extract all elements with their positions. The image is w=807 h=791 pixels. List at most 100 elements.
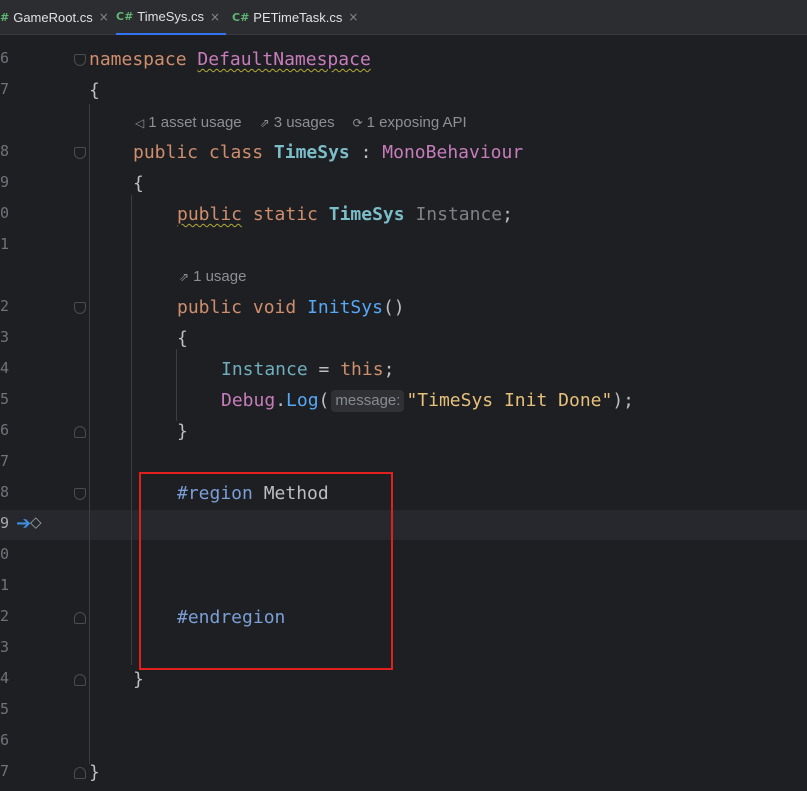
csharp-file-icon: # bbox=[0, 10, 10, 24]
colon: : bbox=[360, 142, 372, 163]
fold-marker-icon[interactable] bbox=[74, 488, 86, 500]
fold-marker-icon[interactable] bbox=[74, 302, 86, 314]
close-icon[interactable]: × bbox=[99, 10, 109, 24]
region-highlight-box bbox=[139, 472, 393, 670]
hint-label: 1 usage bbox=[193, 268, 247, 285]
indent-guide bbox=[89, 104, 90, 764]
keyword: public bbox=[177, 204, 243, 225]
fold-marker-icon[interactable] bbox=[74, 612, 86, 624]
semicolon: ; bbox=[502, 204, 513, 225]
close-icon[interactable]: × bbox=[348, 10, 358, 24]
usage-hint[interactable]: ⇗ 1 usage bbox=[179, 268, 246, 285]
brace: { bbox=[133, 173, 144, 194]
indent-guide bbox=[176, 349, 177, 421]
namespace-name: DefaultNamespace bbox=[197, 49, 371, 70]
usages-hint[interactable]: ⇗ 3 usages bbox=[260, 114, 335, 131]
line-number: 1 bbox=[0, 235, 10, 253]
dot: . bbox=[275, 390, 287, 411]
code-line[interactable]: } bbox=[133, 668, 144, 692]
asset-usage-hint[interactable]: ◁ 1 asset usage bbox=[135, 114, 242, 131]
semicolon: ; bbox=[383, 359, 395, 380]
keyword: public bbox=[177, 297, 243, 318]
code-line[interactable]: Instance = this; bbox=[221, 358, 394, 382]
parameter-hint: message: bbox=[331, 390, 405, 412]
line-number: 3 bbox=[0, 638, 10, 656]
brace: } bbox=[89, 762, 100, 783]
line-number: 2 bbox=[0, 297, 10, 315]
code-line[interactable]: } bbox=[177, 420, 188, 444]
method-name: InitSys bbox=[307, 297, 383, 318]
line-number: 6 bbox=[0, 49, 10, 67]
hint-label: 1 exposing API bbox=[366, 114, 467, 131]
paren: ( bbox=[318, 390, 330, 411]
code-line[interactable]: public void InitSys() bbox=[177, 296, 405, 320]
tab-timesys[interactable]: C# TimeSys.cs × bbox=[116, 0, 226, 35]
brace: { bbox=[89, 80, 100, 101]
line-number: 6 bbox=[0, 421, 10, 439]
tab-label: PETimeTask.cs bbox=[253, 9, 343, 25]
code-line[interactable]: { bbox=[177, 327, 188, 351]
line-number: 3 bbox=[0, 328, 10, 346]
keyword: class bbox=[208, 142, 264, 163]
line-number: 0 bbox=[0, 545, 10, 563]
field-name: Instance bbox=[415, 204, 503, 225]
paren-semicolon: ); bbox=[612, 390, 635, 411]
fold-marker-icon[interactable] bbox=[74, 767, 86, 779]
line-number: 4 bbox=[0, 359, 10, 377]
breakpoint-diamond-icon[interactable]: ◇ bbox=[30, 513, 42, 531]
tab-gameroot[interactable]: # GameRoot.cs × bbox=[0, 0, 110, 34]
execution-point-icon[interactable]: ➔ bbox=[16, 513, 31, 534]
usages-icon: ⇗ bbox=[259, 116, 270, 130]
fold-marker-icon[interactable] bbox=[74, 54, 86, 66]
method-name: Log bbox=[286, 390, 319, 411]
base-class: MonoBehaviour bbox=[382, 142, 524, 163]
parens: () bbox=[382, 297, 405, 318]
tab-label: GameRoot.cs bbox=[13, 9, 93, 25]
close-icon[interactable]: × bbox=[210, 10, 220, 24]
line-number: 7 bbox=[0, 80, 10, 98]
keyword: this bbox=[340, 359, 384, 380]
line-number: 8 bbox=[0, 483, 10, 501]
keyword: void bbox=[252, 297, 297, 318]
keyword: public bbox=[133, 142, 199, 163]
hint-label: 3 usages bbox=[273, 114, 335, 131]
brace: { bbox=[177, 328, 188, 349]
hint-label: 1 asset usage bbox=[148, 114, 242, 131]
line-number: 8 bbox=[0, 142, 10, 160]
brace: } bbox=[177, 421, 188, 442]
code-line[interactable]: { bbox=[89, 79, 100, 103]
code-line[interactable]: public class TimeSys : MonoBehaviour bbox=[133, 141, 523, 165]
line-number: 5 bbox=[0, 700, 10, 718]
line-number: 2 bbox=[0, 607, 10, 625]
line-number: 5 bbox=[0, 390, 10, 408]
code-line[interactable]: Debug.Log(message: "TimeSys Init Done"); bbox=[221, 389, 634, 413]
code-line[interactable]: public static TimeSys Instance; bbox=[177, 203, 513, 227]
fold-marker-icon[interactable] bbox=[74, 147, 86, 159]
keyword: namespace bbox=[89, 49, 187, 70]
line-number: 7 bbox=[0, 762, 10, 780]
fold-marker-icon[interactable] bbox=[74, 674, 86, 686]
line-number: 7 bbox=[0, 452, 10, 470]
code-line[interactable]: { bbox=[133, 172, 144, 196]
usages-icon: ⇗ bbox=[179, 270, 190, 284]
unity-asset-icon: ◁ bbox=[135, 116, 145, 130]
code-line[interactable]: } bbox=[89, 761, 100, 785]
brace: } bbox=[133, 669, 144, 690]
line-number: 6 bbox=[0, 731, 10, 749]
exposing-api-hint[interactable]: ⟳ 1 exposing API bbox=[353, 114, 467, 131]
tab-label: TimeSys.cs bbox=[137, 9, 204, 24]
csharp-file-icon: C# bbox=[116, 10, 134, 23]
indent-guide bbox=[131, 195, 132, 665]
editor-tab-bar: # GameRoot.cs × C# TimeSys.cs × C# PETim… bbox=[0, 0, 807, 35]
tab-petimetask[interactable]: C# PETimeTask.cs × bbox=[232, 0, 362, 34]
line-number: 0 bbox=[0, 204, 10, 222]
assign: = bbox=[307, 359, 341, 380]
line-number: 9 bbox=[0, 173, 10, 191]
code-line[interactable]: namespace DefaultNamespace bbox=[89, 48, 371, 72]
class-name: TimeSys bbox=[273, 142, 350, 163]
code-editor[interactable]: 6 7 8 9 0 1 2 3 4 5 6 7 8 9 0 1 2 3 4 5 … bbox=[0, 35, 807, 791]
fold-marker-icon[interactable] bbox=[74, 426, 86, 438]
line-number-current: 9 bbox=[0, 514, 10, 532]
exposing-api-icon: ⟳ bbox=[352, 116, 363, 130]
class-name: Debug bbox=[221, 390, 276, 411]
